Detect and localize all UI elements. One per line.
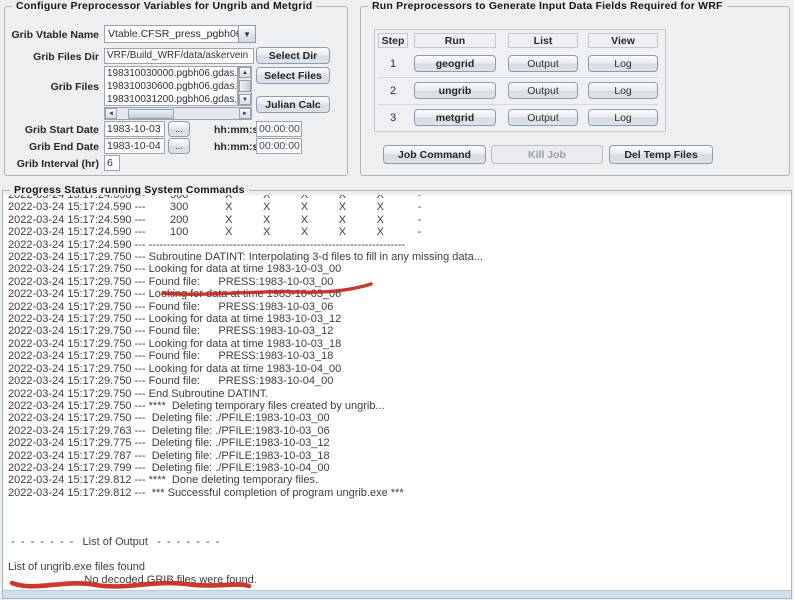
log-horizontal-scrollbar[interactable] bbox=[3, 590, 791, 598]
ungrib-output-button[interactable]: Output bbox=[508, 82, 578, 99]
grib-start-date-input[interactable]: 1983-10-03 bbox=[104, 121, 165, 137]
ungrib-log-button[interactable]: Log bbox=[588, 82, 658, 99]
scroll-down-icon[interactable]: ▼ bbox=[239, 94, 251, 105]
job-command-button[interactable]: Job Command bbox=[383, 145, 486, 164]
combo-dropdown-button[interactable]: ▼ bbox=[238, 25, 256, 43]
list-item[interactable]: 198310030000.pgbh06.gdas. bbox=[105, 67, 237, 80]
julian-calc-button[interactable]: Julian Calc bbox=[256, 96, 330, 113]
end-date-picker-button[interactable]: ... bbox=[168, 138, 190, 154]
run-geogrid-button[interactable]: geogrid bbox=[414, 55, 496, 72]
step-number: 1 bbox=[378, 58, 408, 70]
row-divider bbox=[378, 77, 658, 78]
grib-files-label: Grib Files bbox=[51, 81, 99, 93]
del-temp-files-button[interactable]: Del Temp Files bbox=[609, 145, 713, 164]
run-panel-title: Run Preprocessors to Generate Input Data… bbox=[368, 0, 727, 12]
geogrid-log-button[interactable]: Log bbox=[588, 55, 658, 72]
scroll-up-icon[interactable]: ▲ bbox=[239, 67, 251, 78]
grib-start-date-label: Grib Start Date bbox=[25, 124, 99, 136]
metgrid-log-button[interactable]: Log bbox=[588, 109, 658, 126]
start-date-picker-button[interactable]: ... bbox=[168, 121, 190, 137]
grib-vtable-label: Grib Vtable Name bbox=[11, 29, 99, 41]
scrollbar-thumb[interactable] bbox=[239, 80, 251, 92]
list-item[interactable]: 198310031200.pgbh06.gdas. bbox=[105, 93, 237, 106]
step-number: 3 bbox=[378, 112, 408, 124]
column-header-view: View bbox=[588, 33, 658, 48]
grib-end-date-input[interactable]: 1983-10-04 bbox=[104, 138, 165, 154]
kill-job-button[interactable]: Kill Job bbox=[491, 145, 603, 164]
run-preprocessors-panel: Run Preprocessors to Generate Input Data… bbox=[360, 6, 790, 176]
scroll-left-icon[interactable]: ◄ bbox=[105, 108, 117, 119]
geogrid-output-button[interactable]: Output bbox=[508, 55, 578, 72]
grib-interval-input[interactable]: 6 bbox=[104, 155, 120, 171]
grib-files-dir-label: Grib Files Dir bbox=[33, 51, 99, 63]
log-text: 2022-03-24 15:17:24.590 --- 500 X X X X … bbox=[8, 195, 791, 586]
row-divider bbox=[378, 104, 658, 105]
scroll-right-icon[interactable]: ► bbox=[239, 108, 251, 119]
select-files-button[interactable]: Select Files bbox=[256, 67, 330, 84]
list-item[interactable]: 198310030600.pgbh06.gdas. bbox=[105, 80, 237, 93]
grib-end-time-input[interactable]: 00:00:00 bbox=[256, 138, 302, 154]
grib-vtable-value: Vtable.CFSR_press_pgbh06 bbox=[104, 25, 238, 43]
run-ungrib-button[interactable]: ungrib bbox=[414, 82, 496, 99]
grib-end-date-label: Grib End Date bbox=[29, 141, 99, 153]
grib-interval-label: Grib Interval (hr) bbox=[17, 158, 99, 170]
grib-files-list[interactable]: 198310030000.pgbh06.gdas. 198310030600.p… bbox=[104, 66, 238, 106]
select-dir-button[interactable]: Select Dir bbox=[256, 47, 330, 64]
step-number: 2 bbox=[378, 85, 408, 97]
column-header-run: Run bbox=[414, 33, 496, 48]
grib-files-dir-input[interactable]: VRF/Build_WRF/data/askervein bbox=[104, 48, 254, 64]
progress-status-panel: Progress Status running System Commands … bbox=[2, 190, 792, 599]
grib-files-horizontal-scrollbar[interactable]: ◄ ► bbox=[104, 107, 252, 120]
configure-preprocessor-panel: Configure Preprocessor Variables for Ung… bbox=[4, 6, 348, 176]
column-header-step: Step bbox=[378, 33, 408, 48]
grib-vtable-combo[interactable]: Vtable.CFSR_press_pgbh06 ▼ bbox=[104, 25, 256, 43]
scrollbar-thumb[interactable] bbox=[128, 109, 174, 119]
configure-panel-title: Configure Preprocessor Variables for Ung… bbox=[12, 0, 316, 12]
grib-files-vertical-scrollbar[interactable]: ▲ ▼ bbox=[238, 66, 252, 106]
chevron-down-icon: ▼ bbox=[243, 30, 251, 39]
column-header-list: List bbox=[508, 33, 578, 48]
metgrid-output-button[interactable]: Output bbox=[508, 109, 578, 126]
run-metgrid-button[interactable]: metgrid bbox=[414, 109, 496, 126]
grib-start-time-input[interactable]: 00:00:00 bbox=[256, 121, 302, 137]
system-commands-log[interactable]: 2022-03-24 15:17:24.590 --- 500 X X X X … bbox=[4, 195, 791, 591]
